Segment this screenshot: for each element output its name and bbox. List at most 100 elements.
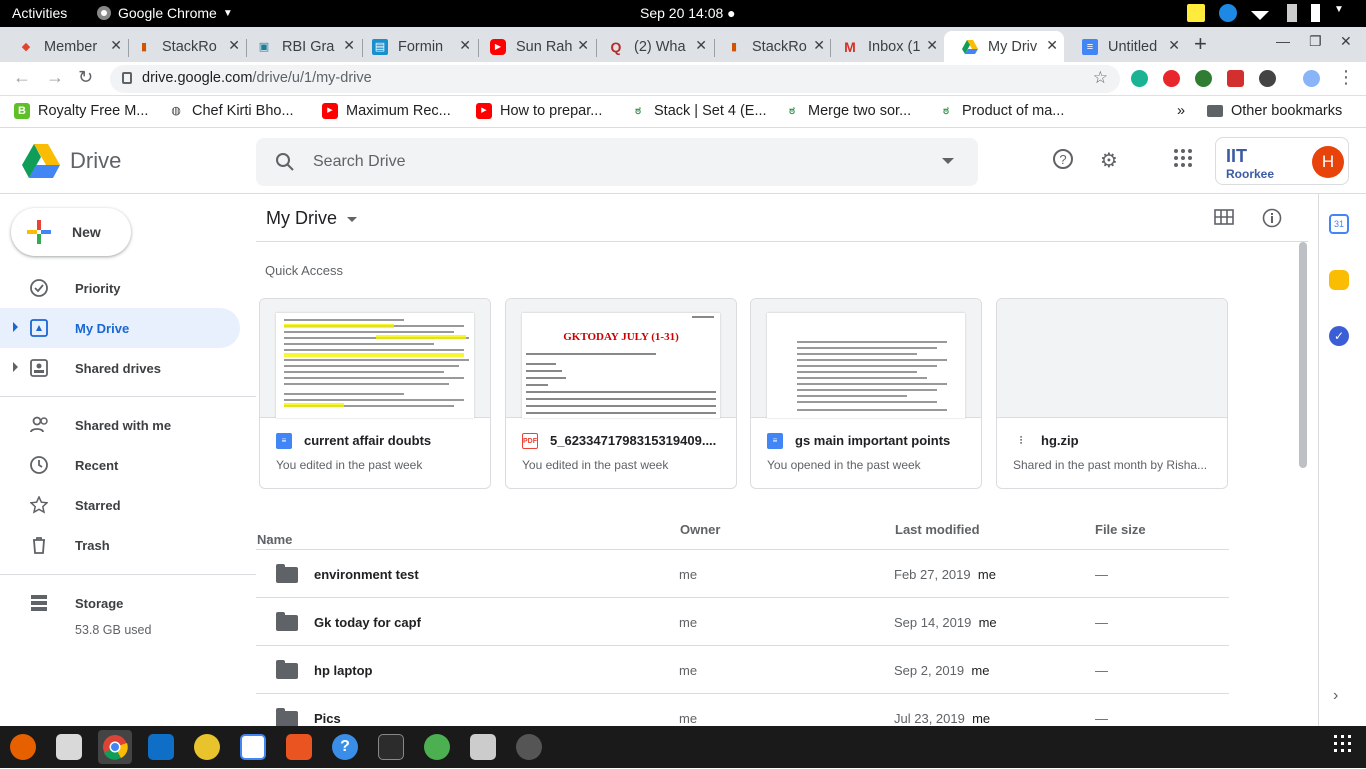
sidebar-item-shared-drives[interactable]: Shared drives [0, 348, 240, 388]
help-dock-icon[interactable]: ? [332, 734, 358, 760]
search-options-icon[interactable] [942, 158, 954, 164]
info-icon[interactable] [1262, 208, 1282, 233]
avatar[interactable]: H [1312, 146, 1344, 178]
search-icon[interactable] [275, 152, 295, 177]
search-input[interactable]: Search Drive [256, 138, 978, 186]
bookmark-item[interactable]: ಠ Merge two sor... [784, 103, 911, 119]
reload-button[interactable]: ↻ [78, 67, 93, 88]
clock[interactable]: Sep 20 14:08 ● [640, 5, 736, 21]
extension-icon[interactable] [1195, 70, 1212, 87]
system-tray[interactable]: ▼ [1187, 4, 1352, 22]
bookmark-item[interactable]: ▶ How to prepar... [476, 103, 602, 119]
column-owner[interactable]: Owner [680, 522, 720, 537]
bookmark-star-icon[interactable]: ☆ [1093, 68, 1108, 88]
calendar-icon[interactable]: 31 [1329, 214, 1349, 234]
table-row[interactable]: environment test me Feb 27, 2019 me — [256, 550, 1229, 598]
quick-access-card[interactable]: ⫶ hg.zip Shared in the past month by Ris… [996, 298, 1228, 489]
files-icon[interactable] [56, 734, 82, 760]
grammarly-extension-icon[interactable] [1131, 70, 1148, 87]
tab-6[interactable]: ▮ StackRo ✕ [708, 31, 831, 62]
close-icon[interactable]: ✕ [577, 37, 589, 54]
expand-arrow-icon[interactable] [13, 362, 18, 372]
page-title[interactable]: My Drive [266, 208, 337, 229]
back-button[interactable]: ← [13, 67, 31, 88]
app-menu[interactable]: Google Chrome ▼ [96, 5, 233, 21]
sidebar-item-shared-with-me[interactable]: Shared with me [0, 405, 240, 445]
expand-arrow-icon[interactable] [13, 322, 18, 332]
bookmark-item[interactable]: ◍ Chef Kirti Bho... [168, 103, 293, 119]
sidebar-item-priority[interactable]: Priority [0, 268, 240, 308]
terminal-icon[interactable] [378, 734, 404, 760]
tab-3[interactable]: ▤ Formin ✕ [354, 31, 477, 62]
apps-grid-icon[interactable] [1171, 148, 1195, 172]
sort-arrow-up-icon[interactable]: ↑ [265, 532, 272, 547]
help-icon[interactable]: ? [1051, 148, 1075, 172]
update-icon[interactable] [1219, 4, 1237, 22]
sidebar-item-starred[interactable]: Starred [0, 485, 240, 525]
screenshot-icon[interactable] [470, 734, 496, 760]
bookmark-item[interactable]: ಠ Product of ma... [938, 103, 1064, 119]
notes-icon[interactable] [1187, 4, 1205, 22]
battery-icon[interactable] [1311, 4, 1320, 22]
tab-5[interactable]: Q (2) Wha ✕ [590, 31, 713, 62]
tab-7[interactable]: M Inbox (1 ✕ [824, 31, 944, 62]
bookmarks-overflow-button[interactable]: » [1177, 103, 1185, 119]
quick-access-card[interactable]: ≡ current affair doubts You edited in th… [259, 298, 491, 489]
bookmark-item[interactable]: B Royalty Free M... [14, 103, 148, 119]
maximize-button[interactable]: ❐ [1309, 33, 1322, 50]
system-icon[interactable] [516, 734, 542, 760]
tab-2[interactable]: ▣ RBI Gra ✕ [238, 31, 361, 62]
gear-icon[interactable]: ⚙ [1097, 148, 1121, 172]
tab-0[interactable]: ◆ Member ✕ [0, 31, 128, 62]
new-button[interactable]: New [11, 208, 131, 256]
sidebar-item-storage[interactable]: Storage 53.8 GB used [0, 583, 240, 643]
firefox-icon[interactable] [10, 734, 36, 760]
close-icon[interactable]: ✕ [695, 37, 707, 54]
bookmark-item[interactable]: ಠ Stack | Set 4 (E... [630, 103, 766, 119]
url-bar[interactable]: drive.google.com/drive/u/1/my-drive ☆ [110, 65, 1120, 93]
table-row[interactable]: hp laptop me Sep 2, 2019 me — [256, 646, 1229, 694]
messaging-icon[interactable] [424, 734, 450, 760]
sidebar-item-my-drive[interactable]: My Drive [0, 308, 240, 348]
account-switcher[interactable]: IIT Roorkee H [1215, 137, 1349, 185]
bookmark-item[interactable]: ▶ Maximum Rec... [322, 103, 451, 119]
chevron-down-icon[interactable] [347, 217, 357, 222]
menu-icon[interactable]: ⋮ [1337, 67, 1355, 88]
libreoffice-writer-icon[interactable] [240, 734, 266, 760]
vscode-icon[interactable] [148, 734, 174, 760]
sidebar-item-trash[interactable]: Trash [0, 525, 240, 565]
tab-4[interactable]: ▶ Sun Rah ✕ [472, 31, 595, 62]
rhythmbox-icon[interactable] [194, 734, 220, 760]
grid-view-icon[interactable] [1214, 209, 1234, 230]
profile-icon[interactable] [1303, 70, 1320, 87]
close-window-button[interactable]: ✕ [1340, 33, 1352, 50]
forward-button[interactable]: → [46, 67, 64, 88]
activities-button[interactable]: Activities [12, 5, 67, 21]
column-last-modified[interactable]: Last modified [895, 522, 980, 537]
extension-icon[interactable] [1227, 70, 1244, 87]
scrollbar[interactable] [1299, 242, 1307, 468]
chrome-dock-item[interactable] [98, 730, 132, 764]
table-row[interactable]: Pics me Jul 23, 2019 me — [256, 694, 1229, 726]
extension-icon[interactable] [1259, 70, 1276, 87]
software-center-icon[interactable] [286, 734, 312, 760]
other-bookmarks[interactable]: Other bookmarks [1207, 103, 1342, 119]
close-icon[interactable]: ✕ [926, 37, 938, 54]
keep-icon[interactable] [1329, 270, 1349, 290]
tab-8[interactable]: My Driv ✕ [944, 31, 1064, 62]
close-icon[interactable]: ✕ [1046, 37, 1058, 54]
sidebar-item-recent[interactable]: Recent [0, 445, 240, 485]
volume-icon[interactable] [1287, 4, 1297, 22]
close-icon[interactable]: ✕ [1168, 37, 1180, 54]
power-menu-icon[interactable]: ▼ [1334, 4, 1352, 22]
quick-access-card[interactable]: GKTODAY JULY (1-31) PDF 5_62334717983153… [505, 298, 737, 489]
table-row[interactable]: Gk today for capf me Sep 14, 2019 me — [256, 598, 1229, 646]
adblock-extension-icon[interactable] [1163, 70, 1180, 87]
quick-access-card[interactable]: ≡ gs main important points You opened in… [750, 298, 982, 489]
drive-logo[interactable]: Drive [22, 144, 121, 178]
column-file-size[interactable]: File size [1095, 522, 1146, 537]
wifi-icon[interactable] [1251, 10, 1269, 20]
lock-icon[interactable] [122, 72, 132, 84]
new-tab-button[interactable]: + [1194, 31, 1207, 57]
chevron-right-icon[interactable]: › [1333, 687, 1338, 705]
